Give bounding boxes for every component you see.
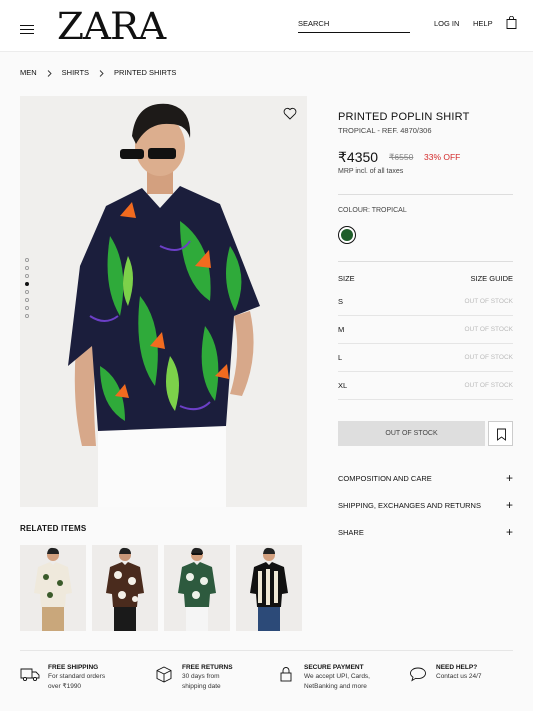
feature-title: FREE RETURNS [182, 664, 233, 671]
site-header: ZARA SEARCH LOG IN HELP [0, 0, 533, 52]
breadcrumb-printed-shirts[interactable]: PRINTED SHIRTS [114, 68, 176, 78]
size-option-xl[interactable]: XL OUT OF STOCK [338, 372, 513, 400]
chevron-right-icon [99, 69, 104, 77]
gallery-dot[interactable] [25, 282, 29, 286]
truck-icon [20, 668, 40, 682]
product-title: PRINTED POPLIN SHIRT [338, 111, 470, 123]
gallery-dot[interactable] [25, 290, 29, 294]
feature-desc: 30 days from [182, 673, 220, 680]
feature-need-help: NEED HELP? Contact us 24/7 [408, 663, 482, 683]
accordion-share[interactable]: SHARE + [338, 525, 513, 539]
feature-free-shipping: FREE SHIPPING For standard orders over ₹… [20, 663, 105, 692]
box-icon [156, 666, 172, 683]
help-link[interactable]: HELP [473, 19, 493, 29]
gallery-dot[interactable] [25, 314, 29, 318]
feature-desc: shipping date [182, 683, 221, 690]
feature-desc: For standard orders [48, 673, 106, 680]
size-value: XL [338, 381, 348, 390]
related-item-2[interactable] [92, 545, 158, 631]
feature-title: SECURE PAYMENT [304, 664, 364, 671]
gallery-dot[interactable] [25, 266, 29, 270]
feature-title: FREE SHIPPING [48, 664, 99, 671]
model-in-tropical-shirt-illustration [68, 103, 260, 507]
bookmark-icon [497, 428, 506, 441]
tax-note: MRP incl. of all taxes [338, 168, 404, 175]
accordion-label: COMPOSITION AND CARE [338, 473, 432, 483]
lock-icon [280, 667, 292, 682]
original-price: ₹6550 [389, 152, 414, 162]
feature-desc: over ₹1990 [48, 683, 82, 690]
size-option-m[interactable]: M OUT OF STOCK [338, 316, 513, 344]
feature-secure-payment: SECURE PAYMENT We accept UPI, Cards, Net… [276, 663, 370, 692]
feature-free-returns: FREE RETURNS 30 days from shipping date [154, 663, 233, 692]
accordion-label: SHIPPING, EXCHANGES AND RETURNS [338, 500, 481, 510]
gallery-pagination[interactable] [25, 258, 30, 322]
feature-title: NEED HELP? [436, 664, 478, 671]
save-item-button[interactable] [488, 421, 513, 446]
gallery-dot[interactable] [25, 306, 29, 310]
accordion-label: SHARE [338, 527, 364, 537]
related-item-4[interactable] [236, 545, 302, 631]
accordion-shipping[interactable]: SHIPPING, EXCHANGES AND RETURNS + [338, 498, 513, 512]
colour-label: COLOUR: TROPICAL [338, 207, 407, 214]
favorite-heart-icon[interactable] [283, 107, 297, 120]
size-value: S [338, 297, 344, 306]
gallery-dot[interactable] [25, 298, 29, 302]
menu-icon[interactable] [20, 25, 34, 35]
feature-desc: We accept UPI, Cards, [304, 673, 370, 680]
breadcrumb-shirts[interactable]: SHIRTS [62, 68, 89, 78]
divider [338, 194, 513, 195]
stock-status: OUT OF STOCK [464, 326, 513, 333]
search-input[interactable]: SEARCH [298, 18, 410, 33]
related-item-1[interactable] [20, 545, 86, 631]
size-value: L [338, 353, 343, 362]
product-image[interactable] [20, 96, 307, 507]
feature-desc: Contact us 24/7 [436, 673, 482, 680]
size-option-s[interactable]: S OUT OF STOCK [338, 288, 513, 316]
stock-status: OUT OF STOCK [464, 354, 513, 361]
related-item-3[interactable] [164, 545, 230, 631]
gallery-dot[interactable] [25, 274, 29, 278]
size-value: M [338, 325, 345, 334]
plus-icon: + [505, 525, 513, 539]
size-guide-link[interactable]: SIZE GUIDE [470, 274, 513, 283]
chevron-right-icon [47, 69, 52, 77]
plus-icon: + [505, 471, 513, 485]
breadcrumb: MEN SHIRTS PRINTED SHIRTS [20, 68, 176, 78]
divider [338, 261, 513, 262]
out-of-stock-button[interactable]: OUT OF STOCK [338, 421, 485, 446]
plus-icon: + [505, 498, 513, 512]
gallery-dot[interactable] [25, 258, 29, 262]
divider [20, 650, 513, 651]
accordion-composition[interactable]: COMPOSITION AND CARE + [338, 471, 513, 485]
current-price: ₹4350 [338, 149, 379, 165]
breadcrumb-men[interactable]: MEN [20, 68, 37, 78]
shopping-bag-icon[interactable] [506, 16, 517, 29]
product-reference: TROPICAL - REF. 4870/306 [338, 126, 432, 135]
stock-status: OUT OF STOCK [464, 382, 513, 389]
chat-icon [410, 667, 426, 682]
size-header: SIZE SIZE GUIDE [338, 274, 513, 283]
login-link[interactable]: LOG IN [434, 19, 459, 29]
brand-logo[interactable]: ZARA [57, 7, 166, 47]
related-items-title: RELATED ITEMS [20, 524, 87, 533]
discount-badge: 33% OFF [424, 152, 461, 162]
stock-status: OUT OF STOCK [464, 298, 513, 305]
size-label: SIZE [338, 274, 355, 283]
feature-desc: NetBanking and more [304, 683, 367, 690]
size-option-l[interactable]: L OUT OF STOCK [338, 344, 513, 372]
colour-swatch-tropical[interactable] [338, 226, 356, 244]
